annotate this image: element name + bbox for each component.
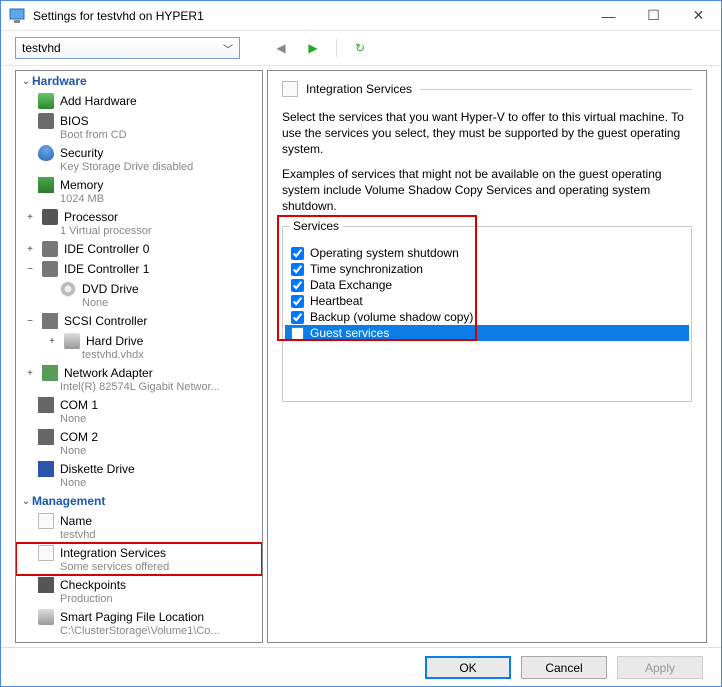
service-row[interactable]: Backup (volume shadow copy): [285, 309, 689, 325]
app-icon: [9, 8, 25, 24]
section-hardware[interactable]: ⌄ Hardware: [16, 71, 262, 91]
collapse-icon: −: [24, 264, 36, 275]
divider: [420, 89, 692, 90]
maximize-button[interactable]: ☐: [631, 1, 676, 30]
tree-network[interactable]: +Network Adapter Intel(R) 82574L Gigabit…: [16, 363, 262, 395]
service-checkbox[interactable]: [291, 327, 304, 340]
tree-name[interactable]: Name testvhd: [16, 511, 262, 543]
pane-description-1: Select the services that you want Hyper-…: [282, 109, 692, 158]
memory-icon: [38, 177, 54, 193]
tree-ide0[interactable]: +IDE Controller 0: [16, 239, 262, 259]
collapse-icon: ⌄: [20, 496, 32, 507]
tree-add-hardware[interactable]: Add Hardware: [16, 91, 262, 111]
section-label: Hardware: [32, 74, 87, 88]
refresh-button[interactable]: ↻: [349, 37, 371, 59]
group-label: Services: [289, 219, 343, 233]
service-row[interactable]: Time synchronization: [285, 261, 689, 277]
network-icon: [42, 365, 58, 381]
titlebar: Settings for testvhd on HYPER1 — ☐ ✕: [1, 1, 721, 31]
services-group: Services Operating system shutdownTime s…: [282, 226, 692, 402]
service-label: Heartbeat: [310, 294, 363, 308]
security-icon: [38, 145, 54, 161]
forward-button[interactable]: ▶: [302, 37, 324, 59]
cancel-button[interactable]: Cancel: [521, 656, 607, 679]
service-checkbox[interactable]: [291, 295, 304, 308]
checkpoints-icon: [38, 577, 54, 593]
controller-icon: [42, 313, 58, 329]
controller-icon: [42, 241, 58, 257]
toolbar-separator: [336, 39, 337, 57]
collapse-icon: ⌄: [20, 76, 32, 87]
expand-icon: +: [24, 212, 36, 223]
tree-integration-services[interactable]: Integration Services Some services offer…: [16, 543, 262, 575]
name-icon: [38, 513, 54, 529]
dialog-footer: OK Cancel Apply: [1, 647, 721, 687]
window-title: Settings for testvhd on HYPER1: [33, 9, 586, 23]
service-label: Time synchronization: [310, 262, 423, 276]
pane-description-2: Examples of services that might not be a…: [282, 166, 692, 215]
tree-memory[interactable]: Memory 1024 MB: [16, 175, 262, 207]
tree-checkpoints[interactable]: Checkpoints Production: [16, 575, 262, 607]
diskette-icon: [38, 461, 54, 477]
bios-icon: [38, 113, 54, 129]
apply-button[interactable]: Apply: [617, 656, 703, 679]
controller-icon: [42, 261, 58, 277]
tree-harddrive[interactable]: +Hard Drive testvhd.vhdx: [16, 331, 262, 363]
service-checkbox[interactable]: [291, 263, 304, 276]
expand-icon: +: [46, 336, 58, 347]
tree-smart-paging[interactable]: Smart Paging File Location C:\ClusterSto…: [16, 607, 262, 639]
com-port-icon: [38, 429, 54, 445]
paging-icon: [38, 609, 54, 625]
service-row[interactable]: Operating system shutdown: [285, 245, 689, 261]
tree-com1[interactable]: COM 1 None: [16, 395, 262, 427]
service-checkbox[interactable]: [291, 247, 304, 260]
tree-processor[interactable]: +Processor 1 Virtual processor: [16, 207, 262, 239]
toolbar: testvhd ﹀ ◀ ▶ ↻: [1, 31, 721, 66]
harddrive-icon: [64, 333, 80, 349]
tree-ide1[interactable]: −IDE Controller 1: [16, 259, 262, 279]
processor-icon: [42, 209, 58, 225]
pane-icon: [282, 81, 298, 97]
section-label: Management: [32, 494, 105, 508]
service-label: Data Exchange: [310, 278, 392, 292]
chevron-down-icon: ﹀: [223, 41, 233, 56]
tree-floppy[interactable]: Diskette Drive None: [16, 459, 262, 491]
expand-icon: +: [24, 368, 36, 379]
tree-bios[interactable]: BIOS Boot from CD: [16, 111, 262, 143]
minimize-button[interactable]: —: [586, 1, 631, 30]
service-checkbox[interactable]: [291, 311, 304, 324]
section-management[interactable]: ⌄ Management: [16, 491, 262, 511]
back-button[interactable]: ◀: [270, 37, 292, 59]
expand-icon: +: [24, 244, 36, 255]
tree-security[interactable]: Security Key Storage Drive disabled: [16, 143, 262, 175]
tree-scsi[interactable]: −SCSI Controller: [16, 311, 262, 331]
vm-selector-value: testvhd: [22, 41, 61, 55]
close-button[interactable]: ✕: [676, 1, 721, 30]
ok-button[interactable]: OK: [425, 656, 511, 679]
tree-com2[interactable]: COM 2 None: [16, 427, 262, 459]
service-row[interactable]: Heartbeat: [285, 293, 689, 309]
settings-pane: Integration Services Select the services…: [267, 70, 707, 643]
service-label: Guest services: [310, 326, 389, 340]
com-port-icon: [38, 397, 54, 413]
service-checkbox[interactable]: [291, 279, 304, 292]
service-row[interactable]: Guest services: [285, 325, 689, 341]
pane-title: Integration Services: [306, 82, 412, 96]
main-split: ⌄ Hardware Add Hardware BIOS Boot from C…: [1, 66, 721, 647]
service-row[interactable]: Data Exchange: [285, 277, 689, 293]
vm-selector[interactable]: testvhd ﹀: [15, 37, 240, 59]
service-label: Backup (volume shadow copy): [310, 310, 473, 324]
collapse-icon: −: [24, 316, 36, 327]
settings-tree[interactable]: ⌄ Hardware Add Hardware BIOS Boot from C…: [15, 70, 263, 643]
integration-icon: [38, 545, 54, 561]
add-hardware-icon: [38, 93, 54, 109]
dvd-icon: [60, 281, 76, 297]
service-label: Operating system shutdown: [310, 246, 459, 260]
tree-dvd[interactable]: DVD Drive None: [16, 279, 262, 311]
